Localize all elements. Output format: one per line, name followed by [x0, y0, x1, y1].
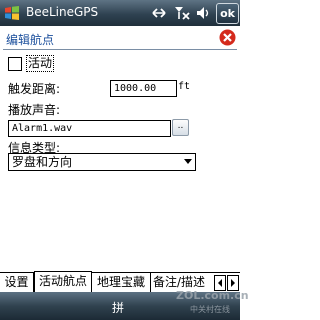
active-checkbox[interactable]: [8, 57, 22, 71]
input-method-button[interactable]: 拼: [112, 299, 124, 316]
chevron-left-icon: [218, 279, 222, 287]
watermark-subtext: 中关村在线: [190, 305, 230, 314]
tab-geocache[interactable]: 地理宝藏: [92, 273, 151, 292]
chevron-down-icon: [184, 159, 192, 164]
chevron-right-icon: [231, 279, 235, 287]
app-title: BeeLineGPS: [26, 5, 99, 19]
connectivity-icon[interactable]: [150, 4, 168, 22]
info-type-value: 罗盘和方向: [12, 155, 73, 169]
close-icon[interactable]: [219, 29, 236, 46]
distance-unit: ft: [178, 81, 191, 92]
dialog-title: 编辑航点: [6, 33, 55, 47]
volume-icon[interactable]: [194, 4, 212, 22]
sound-file-input[interactable]: Alarm1.wav: [8, 120, 171, 137]
distance-label: 触发距离:: [8, 82, 61, 96]
tab-settings[interactable]: 设置: [0, 273, 34, 292]
active-checkbox-label[interactable]: 活动: [26, 55, 55, 72]
title-bar: BeeLineGPS ok: [0, 0, 240, 26]
info-type-select[interactable]: 罗盘和方向: [8, 153, 196, 171]
sound-label: 播放声音:: [8, 103, 61, 117]
ok-button[interactable]: ok: [216, 3, 239, 24]
browse-button[interactable]: ..: [172, 119, 189, 136]
header-divider: [3, 49, 237, 50]
windows-start-icon[interactable]: [4, 5, 20, 21]
signal-off-icon[interactable]: [173, 4, 191, 22]
tab-active-waypoint[interactable]: 活动航点: [34, 271, 92, 293]
watermark: ZOL.com.cn: [176, 289, 249, 302]
distance-input[interactable]: 1000.00: [110, 80, 177, 97]
